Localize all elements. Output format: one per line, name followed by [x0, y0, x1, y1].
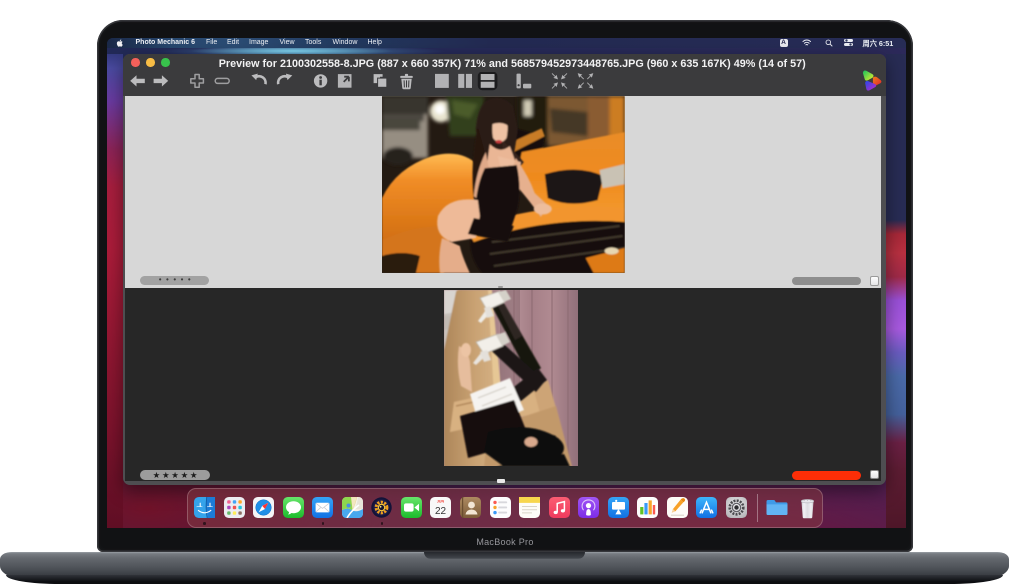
- svg-text:22: 22: [435, 506, 447, 517]
- svg-text:JUN: JUN: [437, 499, 445, 503]
